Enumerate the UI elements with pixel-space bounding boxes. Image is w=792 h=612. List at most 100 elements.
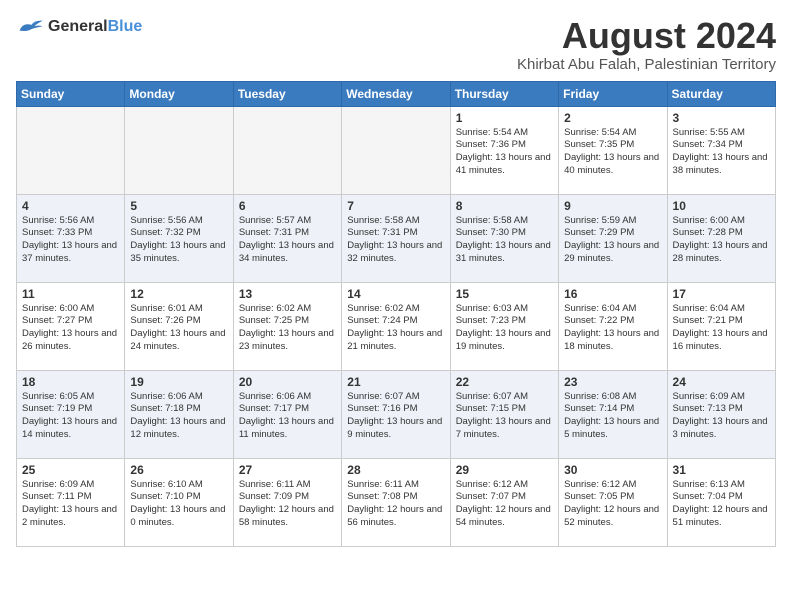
col-header-wednesday: Wednesday: [342, 81, 450, 106]
calendar-day: 19Sunrise: 6:06 AM Sunset: 7:18 PM Dayli…: [125, 370, 233, 458]
day-info: Sunrise: 6:09 AM Sunset: 7:11 PM Dayligh…: [22, 479, 119, 530]
day-number: 9: [564, 199, 661, 213]
calendar-day: 14Sunrise: 6:02 AM Sunset: 7:24 PM Dayli…: [342, 282, 450, 370]
calendar-day: 3 Sunrise: 5:55 AM Sunset: 7:34 PM Daylig…: [667, 106, 775, 194]
day-number: 18: [22, 375, 119, 389]
day-number: 12: [130, 287, 227, 301]
logo-text: GeneralBlue: [48, 18, 142, 36]
calendar-day: 4 Sunrise: 5:56 AM Sunset: 7:33 PM Daylig…: [17, 194, 125, 282]
calendar-day: 30Sunrise: 6:12 AM Sunset: 7:05 PM Dayli…: [559, 458, 667, 546]
day-number: 4: [22, 199, 119, 213]
day-info: Sunrise: 6:04 AM Sunset: 7:21 PM Dayligh…: [673, 303, 770, 354]
calendar-day: 11 Sunrise: 6:00 AM Sunset: 7:27 PM Dayli…: [17, 282, 125, 370]
day-info: Sunrise: 6:07 AM Sunset: 7:15 PM Dayligh…: [456, 391, 553, 442]
calendar-day: 20 Sunrise: 6:06 AM Sunset: 7:17 PM Dayli…: [233, 370, 341, 458]
header: GeneralBlue August 2024 Khirbat Abu Fala…: [16, 16, 776, 73]
day-info: Sunrise: 5:56 AM Sunset: 7:33 PM Dayligh…: [22, 215, 119, 266]
day-info: Sunrise: 6:02 AM Sunset: 7:24 PM Dayligh…: [347, 303, 444, 354]
calendar-day: 9 Sunrise: 5:59 AM Sunset: 7:29 PM Daylig…: [559, 194, 667, 282]
calendar-day: 5 Sunrise: 5:56 AM Sunset: 7:32 PM Daylig…: [125, 194, 233, 282]
day-number: 31: [673, 463, 770, 477]
calendar-day: 25Sunrise: 6:09 AM Sunset: 7:11 PM Dayli…: [17, 458, 125, 546]
calendar-day: 1 Sunrise: 5:54 AM Sunset: 7:36 PM Daylig…: [450, 106, 558, 194]
day-number: 13: [239, 287, 336, 301]
day-info: Sunrise: 5:58 AM Sunset: 7:30 PM Dayligh…: [456, 215, 553, 266]
calendar-day: 26 Sunrise: 6:10 AM Sunset: 7:10 PM Dayli…: [125, 458, 233, 546]
calendar-day: 27Sunrise: 6:11 AM Sunset: 7:09 PM Dayli…: [233, 458, 341, 546]
day-number: 7: [347, 199, 444, 213]
day-info: Sunrise: 6:06 AM Sunset: 7:17 PM Dayligh…: [239, 391, 336, 442]
day-number: 23: [564, 375, 661, 389]
col-header-friday: Friday: [559, 81, 667, 106]
day-info: Sunrise: 6:10 AM Sunset: 7:10 PM Dayligh…: [130, 479, 227, 530]
main-title: August 2024: [517, 16, 776, 56]
day-info: Sunrise: 6:12 AM Sunset: 7:07 PM Dayligh…: [456, 479, 553, 530]
day-number: 2: [564, 111, 661, 125]
calendar-day: [342, 106, 450, 194]
calendar-day: 2 Sunrise: 5:54 AM Sunset: 7:35 PM Daylig…: [559, 106, 667, 194]
day-number: 22: [456, 375, 553, 389]
calendar-day: [125, 106, 233, 194]
day-number: 11: [22, 287, 119, 301]
day-info: Sunrise: 6:00 AM Sunset: 7:27 PM Dayligh…: [22, 303, 119, 354]
calendar-day: 22 Sunrise: 6:07 AM Sunset: 7:15 PM Dayli…: [450, 370, 558, 458]
calendar-day: 18Sunrise: 6:05 AM Sunset: 7:19 PM Dayli…: [17, 370, 125, 458]
day-info: Sunrise: 6:01 AM Sunset: 7:26 PM Dayligh…: [130, 303, 227, 354]
calendar-week-2: 4 Sunrise: 5:56 AM Sunset: 7:33 PM Daylig…: [17, 194, 776, 282]
logo: GeneralBlue: [16, 16, 142, 38]
day-info: Sunrise: 6:06 AM Sunset: 7:18 PM Dayligh…: [130, 391, 227, 442]
day-number: 3: [673, 111, 770, 125]
calendar-day: 8 Sunrise: 5:58 AM Sunset: 7:30 PM Daylig…: [450, 194, 558, 282]
day-info: Sunrise: 6:11 AM Sunset: 7:08 PM Dayligh…: [347, 479, 444, 530]
calendar-day: 29Sunrise: 6:12 AM Sunset: 7:07 PM Dayli…: [450, 458, 558, 546]
day-info: Sunrise: 6:02 AM Sunset: 7:25 PM Dayligh…: [239, 303, 336, 354]
day-number: 6: [239, 199, 336, 213]
day-number: 1: [456, 111, 553, 125]
day-number: 24: [673, 375, 770, 389]
col-header-tuesday: Tuesday: [233, 81, 341, 106]
col-header-thursday: Thursday: [450, 81, 558, 106]
logo-bird-icon: [16, 16, 44, 38]
col-header-sunday: Sunday: [17, 81, 125, 106]
day-info: Sunrise: 6:08 AM Sunset: 7:14 PM Dayligh…: [564, 391, 661, 442]
calendar-day: 28 Sunrise: 6:11 AM Sunset: 7:08 PM Dayli…: [342, 458, 450, 546]
day-info: Sunrise: 5:56 AM Sunset: 7:32 PM Dayligh…: [130, 215, 227, 266]
calendar-week-5: 25Sunrise: 6:09 AM Sunset: 7:11 PM Dayli…: [17, 458, 776, 546]
day-info: Sunrise: 5:54 AM Sunset: 7:35 PM Dayligh…: [564, 127, 661, 178]
calendar-day: 24 Sunrise: 6:09 AM Sunset: 7:13 PM Dayli…: [667, 370, 775, 458]
day-info: Sunrise: 6:09 AM Sunset: 7:13 PM Dayligh…: [673, 391, 770, 442]
day-number: 20: [239, 375, 336, 389]
calendar-week-3: 11 Sunrise: 6:00 AM Sunset: 7:27 PM Dayli…: [17, 282, 776, 370]
header-row: SundayMondayTuesdayWednesdayThursdayFrid…: [17, 81, 776, 106]
day-number: 26: [130, 463, 227, 477]
calendar-table: SundayMondayTuesdayWednesdayThursdayFrid…: [16, 81, 776, 547]
day-number: 5: [130, 199, 227, 213]
day-info: Sunrise: 6:03 AM Sunset: 7:23 PM Dayligh…: [456, 303, 553, 354]
logo-general: General: [48, 18, 108, 35]
day-info: Sunrise: 6:13 AM Sunset: 7:04 PM Dayligh…: [673, 479, 770, 530]
calendar-day: 12 Sunrise: 6:01 AM Sunset: 7:26 PM Dayli…: [125, 282, 233, 370]
day-info: Sunrise: 6:07 AM Sunset: 7:16 PM Dayligh…: [347, 391, 444, 442]
day-info: Sunrise: 5:54 AM Sunset: 7:36 PM Dayligh…: [456, 127, 553, 178]
calendar-day: 6 Sunrise: 5:57 AM Sunset: 7:31 PM Daylig…: [233, 194, 341, 282]
day-info: Sunrise: 6:12 AM Sunset: 7:05 PM Dayligh…: [564, 479, 661, 530]
day-number: 17: [673, 287, 770, 301]
calendar-week-1: 1 Sunrise: 5:54 AM Sunset: 7:36 PM Daylig…: [17, 106, 776, 194]
day-info: Sunrise: 5:58 AM Sunset: 7:31 PM Dayligh…: [347, 215, 444, 266]
logo-blue: Blue: [108, 18, 143, 35]
calendar-day: 31 Sunrise: 6:13 AM Sunset: 7:04 PM Dayli…: [667, 458, 775, 546]
day-number: 27: [239, 463, 336, 477]
day-number: 28: [347, 463, 444, 477]
day-number: 8: [456, 199, 553, 213]
day-info: Sunrise: 5:59 AM Sunset: 7:29 PM Dayligh…: [564, 215, 661, 266]
day-number: 16: [564, 287, 661, 301]
calendar-day: 15Sunrise: 6:03 AM Sunset: 7:23 PM Dayli…: [450, 282, 558, 370]
subtitle: Khirbat Abu Falah, Palestinian Territory: [517, 56, 776, 73]
day-info: Sunrise: 5:55 AM Sunset: 7:34 PM Dayligh…: [673, 127, 770, 178]
calendar-day: [17, 106, 125, 194]
day-info: Sunrise: 5:57 AM Sunset: 7:31 PM Dayligh…: [239, 215, 336, 266]
day-number: 10: [673, 199, 770, 213]
calendar-day: 21Sunrise: 6:07 AM Sunset: 7:16 PM Dayli…: [342, 370, 450, 458]
calendar-day: [233, 106, 341, 194]
col-header-monday: Monday: [125, 81, 233, 106]
